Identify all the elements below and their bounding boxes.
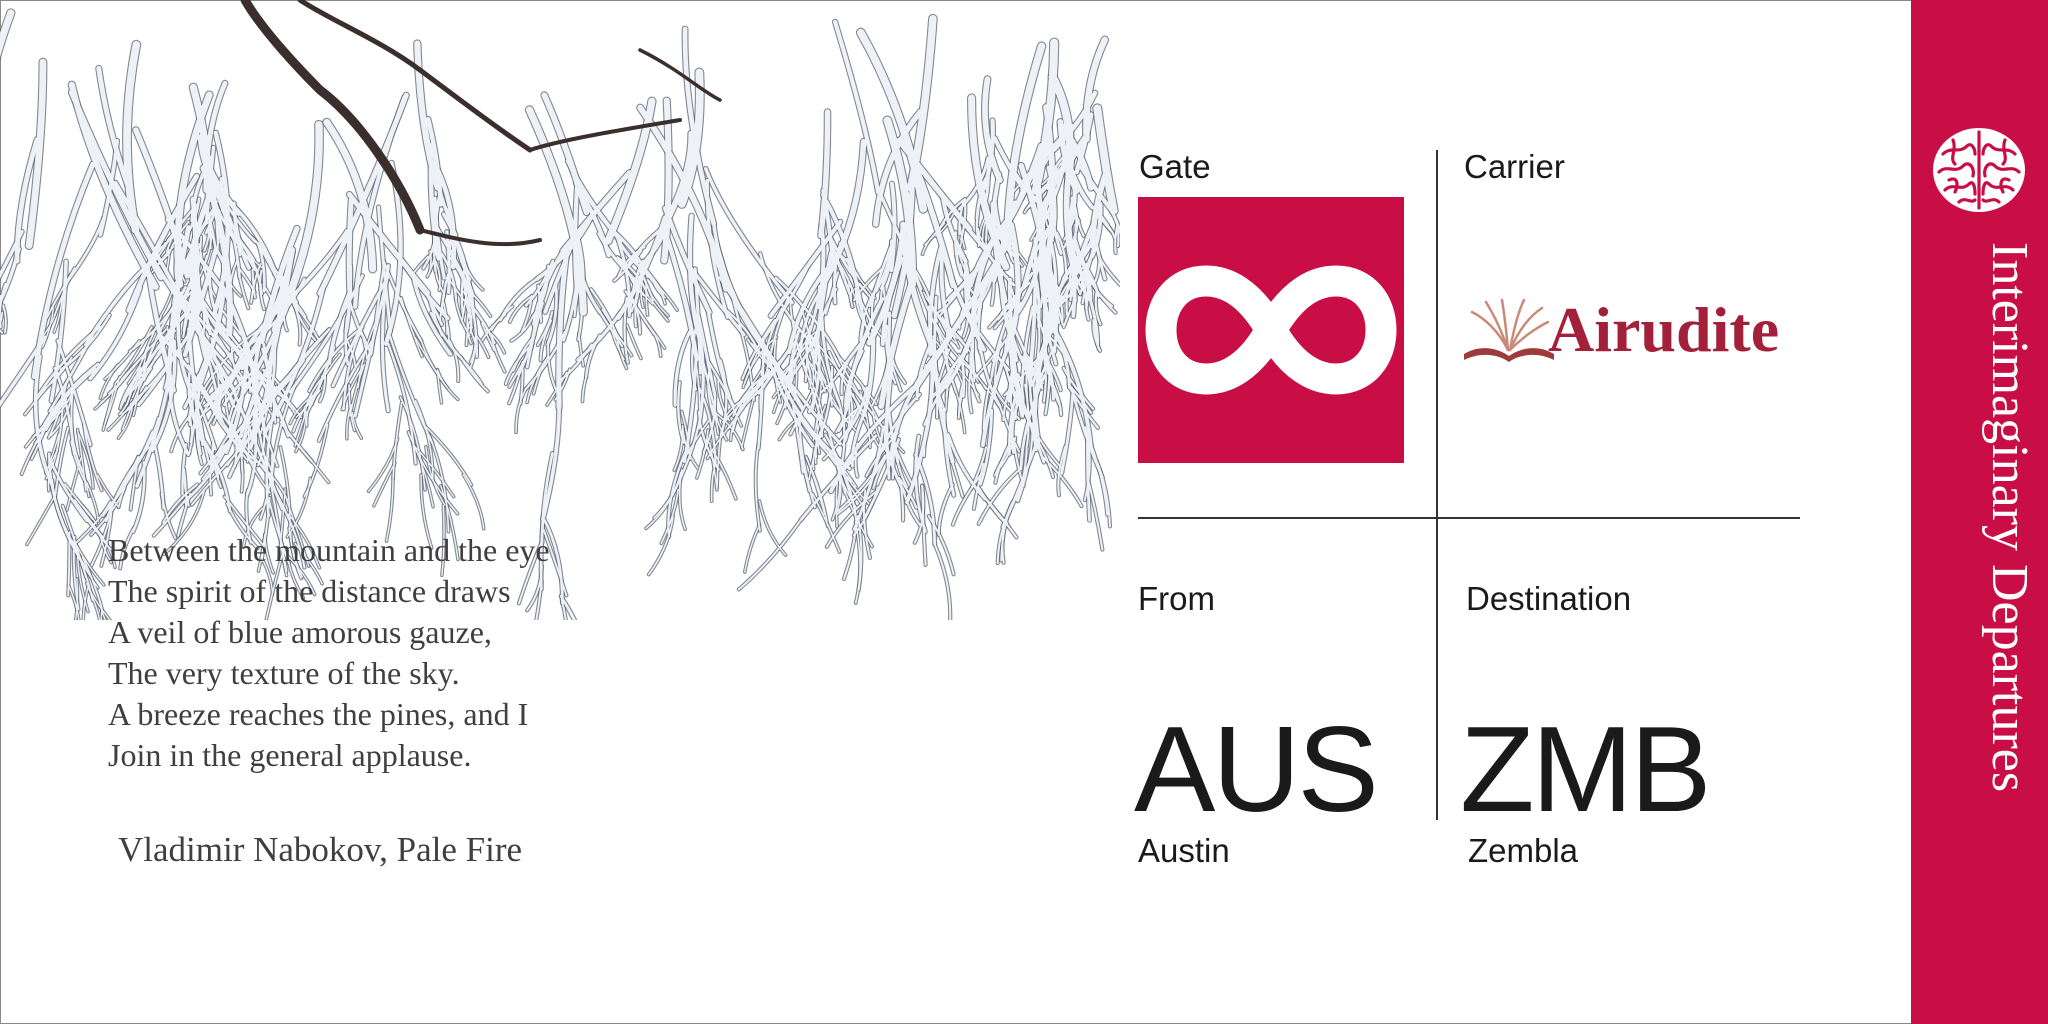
poem-line: Join in the general applause. — [108, 737, 472, 773]
gate-badge — [1138, 197, 1404, 463]
destination-label: Destination — [1466, 580, 1632, 617]
origin-code: AUS — [1134, 701, 1379, 837]
from-label: From — [1138, 580, 1215, 617]
poem-line: The spirit of the distance draws — [108, 573, 511, 609]
frosted-branches-photo — [0, 0, 1120, 620]
carrier-label: Carrier — [1464, 148, 1565, 185]
gate-label: Gate — [1139, 148, 1211, 185]
poem-line: A breeze reaches the pines, and I — [108, 696, 529, 732]
grid-divider-vertical-bottom — [1436, 518, 1438, 820]
infinity-icon — [1145, 265, 1397, 395]
poem-line: The very texture of the sky. — [108, 655, 460, 691]
grid-divider-horizontal — [1138, 517, 1800, 519]
origin-city: Austin — [1138, 832, 1230, 869]
poem-line: Between the mountain and the eye — [108, 532, 550, 568]
poem-line: A veil of blue amorous gauze, — [108, 614, 492, 650]
grid-divider-vertical-top — [1436, 150, 1438, 518]
destination-code: ZMB — [1460, 701, 1712, 837]
side-band-title: Interimaginary Departures — [1981, 242, 2038, 793]
carrier-name: Airudite — [1548, 294, 1780, 365]
brain-icon — [1933, 128, 2025, 212]
poem: Between the mountain and the eye The spi… — [108, 530, 550, 776]
destination-city: Zembla — [1468, 832, 1579, 869]
poem-attribution: Vladimir Nabokov, Pale Fire — [118, 830, 523, 869]
